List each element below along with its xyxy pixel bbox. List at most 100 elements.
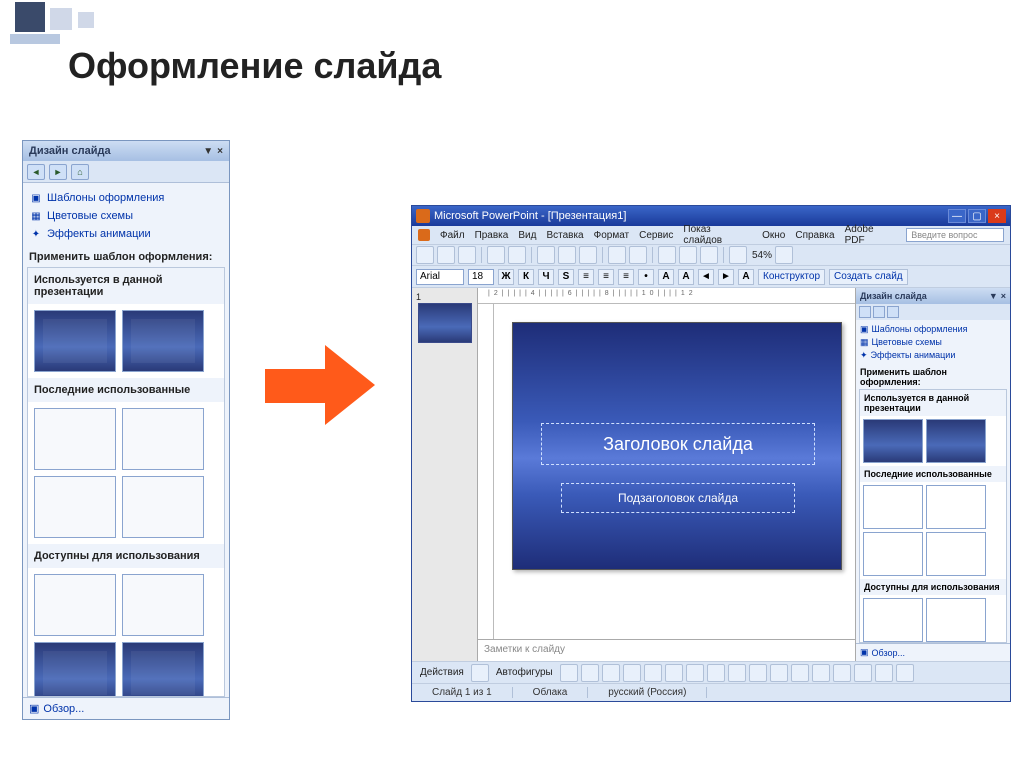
menu-file[interactable]: Файл (440, 230, 465, 241)
redo-button[interactable] (629, 246, 647, 264)
bullets-button[interactable]: • (638, 269, 654, 285)
arrow-style-tool[interactable] (854, 664, 872, 682)
font-color-tool[interactable] (791, 664, 809, 682)
tp-nav-back-icon[interactable] (859, 306, 871, 318)
italic-button[interactable]: К (518, 269, 534, 285)
new-button[interactable] (416, 246, 434, 264)
paste-button[interactable] (579, 246, 597, 264)
textbox-tool[interactable] (644, 664, 662, 682)
decrease-font-button[interactable]: A (678, 269, 694, 285)
open-button[interactable] (437, 246, 455, 264)
tp-link-anim[interactable]: ✦Эффекты анимации (860, 349, 1006, 362)
line-style-tool[interactable] (812, 664, 830, 682)
table-button[interactable] (679, 246, 697, 264)
hyperlink-button[interactable] (700, 246, 718, 264)
shadow-tool[interactable] (875, 664, 893, 682)
underline-button[interactable]: Ч (538, 269, 554, 285)
align-left-button[interactable]: ≡ (578, 269, 594, 285)
slide-canvas[interactable]: Заголовок слайда Подзаголовок слайда (512, 322, 842, 570)
ask-question-box[interactable]: Введите вопрос (906, 228, 1004, 242)
slide-thumbnail[interactable] (418, 303, 472, 343)
notes-pane[interactable]: Заметки к слайду (478, 639, 855, 661)
indent-inc-button[interactable]: ► (718, 269, 734, 285)
link-animation[interactable]: ✦Эффекты анимации (29, 225, 223, 243)
menu-adobe-pdf[interactable]: Adobe PDF (845, 224, 897, 246)
chart-button[interactable] (658, 246, 676, 264)
template-thumb[interactable] (34, 574, 116, 636)
taskpane-close-icon[interactable]: × (217, 146, 223, 157)
select-tool[interactable] (471, 664, 489, 682)
tp-nav-fwd-icon[interactable] (873, 306, 885, 318)
title-placeholder[interactable]: Заголовок слайда (541, 423, 815, 465)
taskpane-footer[interactable]: ▣ Обзор... (23, 697, 229, 719)
template-thumb[interactable] (926, 419, 986, 463)
arrow-tool[interactable] (581, 664, 599, 682)
close-button[interactable]: × (988, 209, 1006, 223)
template-thumb[interactable] (863, 419, 923, 463)
print-button[interactable] (487, 246, 505, 264)
tp-nav-home-icon[interactable] (887, 306, 899, 318)
template-thumb[interactable] (34, 642, 116, 697)
clipart-tool[interactable] (707, 664, 725, 682)
designer-button[interactable]: Конструктор (758, 269, 825, 285)
maximize-button[interactable]: ▢ (968, 209, 986, 223)
template-thumb[interactable] (863, 485, 923, 529)
menu-window[interactable]: Окно (762, 230, 785, 241)
menu-view[interactable]: Вид (518, 230, 536, 241)
template-thumb[interactable] (926, 598, 986, 642)
cut-button[interactable] (537, 246, 555, 264)
align-right-button[interactable]: ≡ (618, 269, 634, 285)
tp-close-icon[interactable]: × (1001, 291, 1006, 301)
template-thumb[interactable] (926, 532, 986, 576)
line-color-tool[interactable] (770, 664, 788, 682)
font-name-dropdown[interactable]: Arial (416, 269, 464, 285)
subtitle-placeholder[interactable]: Подзаголовок слайда (561, 483, 795, 513)
tp-link-templates[interactable]: ▣Шаблоны оформления (860, 323, 1006, 336)
template-thumb[interactable] (122, 574, 204, 636)
template-thumb[interactable] (34, 476, 116, 538)
tp-footer[interactable]: ▣Обзор... (856, 643, 1010, 661)
taskpane-menu-icon[interactable]: ▼ (203, 146, 213, 157)
template-thumb[interactable] (863, 532, 923, 576)
preview-button[interactable] (508, 246, 526, 264)
oval-tool[interactable] (623, 664, 641, 682)
menu-slideshow[interactable]: Показ слайдов (683, 224, 752, 246)
rect-tool[interactable] (602, 664, 620, 682)
template-thumb[interactable] (122, 476, 204, 538)
menu-insert[interactable]: Вставка (546, 230, 583, 241)
menu-help[interactable]: Справка (795, 230, 834, 241)
font-color-button[interactable]: A (738, 269, 754, 285)
menu-tools[interactable]: Сервис (639, 230, 673, 241)
new-slide-button[interactable]: Создать слайд (829, 269, 908, 285)
template-thumb[interactable] (926, 485, 986, 529)
bold-button[interactable]: Ж (498, 269, 514, 285)
undo-button[interactable] (608, 246, 626, 264)
copy-button[interactable] (558, 246, 576, 264)
three-d-tool[interactable] (896, 664, 914, 682)
zoom-out-button[interactable] (729, 246, 747, 264)
template-thumb[interactable] (863, 598, 923, 642)
link-templates[interactable]: ▣Шаблоны оформления (29, 189, 223, 207)
template-thumb[interactable] (34, 408, 116, 470)
shadow-button[interactable]: S (558, 269, 574, 285)
font-size-dropdown[interactable]: 18 (468, 269, 494, 285)
align-center-button[interactable]: ≡ (598, 269, 614, 285)
draw-actions-menu[interactable]: Действия (416, 667, 468, 678)
tp-link-color[interactable]: ▦Цветовые схемы (860, 336, 1006, 349)
tp-menu-icon[interactable]: ▼ (989, 291, 998, 301)
template-thumb[interactable] (122, 642, 204, 697)
autoshapes-menu[interactable]: Автофигуры (492, 667, 557, 678)
minimize-button[interactable]: — (948, 209, 966, 223)
zoom-value[interactable]: 54% (752, 250, 772, 261)
help-button[interactable] (775, 246, 793, 264)
picture-tool[interactable] (728, 664, 746, 682)
fill-color-tool[interactable] (749, 664, 767, 682)
nav-back-icon[interactable]: ◄ (27, 164, 45, 180)
dash-style-tool[interactable] (833, 664, 851, 682)
diagram-tool[interactable] (686, 664, 704, 682)
line-tool[interactable] (560, 664, 578, 682)
indent-dec-button[interactable]: ◄ (698, 269, 714, 285)
menu-format[interactable]: Формат (594, 230, 630, 241)
link-color-schemes[interactable]: ▦Цветовые схемы (29, 207, 223, 225)
nav-home-icon[interactable]: ⌂ (71, 164, 89, 180)
